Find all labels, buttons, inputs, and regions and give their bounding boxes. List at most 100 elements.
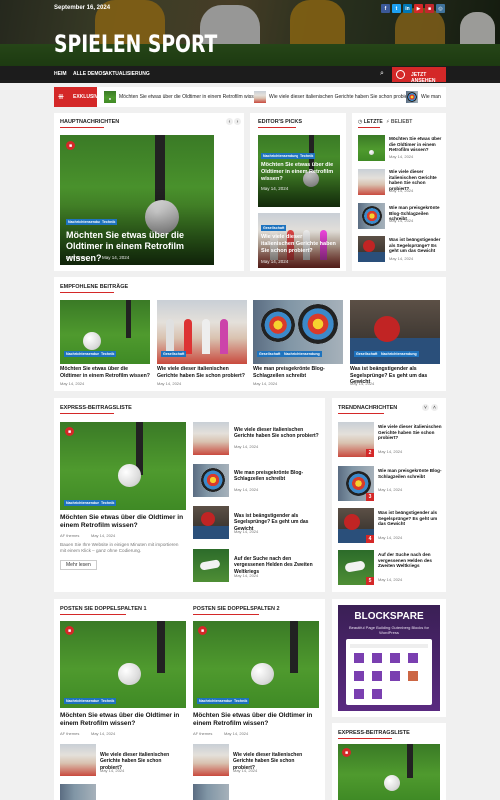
ad-panel: BLOCKSPARE Beautiful Page Building Guten…: [332, 599, 446, 717]
express-list-2-panel: EXPRESS-BEITRAGSLISTE ■: [332, 723, 446, 800]
mail-icon[interactable]: ■: [425, 4, 434, 13]
category-badge[interactable]: Technik: [99, 500, 117, 506]
section-title: POSTEN SIE DOPPELSPALTEN 2: [193, 606, 280, 612]
post-date: May 14, 2024: [91, 533, 116, 538]
post-title[interactable]: Auf der Suche nach den vergessenen Helde…: [378, 552, 442, 569]
category-badge[interactable]: Technik: [99, 351, 117, 357]
chevron-up-icon[interactable]: ˄: [431, 404, 438, 411]
tab-popular[interactable]: ⚡ BELIEBT: [386, 119, 412, 125]
ticker-item[interactable]: Wie man: [406, 91, 441, 103]
post-date: May 14, 2024: [234, 487, 259, 492]
category-badge[interactable]: Technik: [99, 698, 117, 704]
prev-arrow-icon[interactable]: ‹: [226, 118, 233, 125]
thumbnail[interactable]: [358, 236, 385, 262]
rank-number: 2: [366, 449, 374, 457]
camera-icon: ■: [66, 141, 75, 150]
post-title[interactable]: Wie viele dieser italienischen Gerichte …: [234, 427, 320, 440]
thumbnail[interactable]: [358, 203, 385, 229]
category-badge[interactable]: Gesellschaft: [161, 351, 187, 357]
post-title[interactable]: Wie man preisgekrönte Blog-Schlagzeilen …: [253, 366, 343, 379]
ad-banner[interactable]: BLOCKSPARE Beautiful Page Building Guten…: [338, 605, 440, 711]
post-title[interactable]: Wie viele dieser italienischen Gerichte …: [261, 234, 337, 255]
latest-panel: ◷ LETZTE ⚡ BELIEBT Möchten Sie etwas übe…: [352, 113, 446, 271]
category-badge[interactable]: Technik: [298, 153, 316, 159]
post-title[interactable]: Möchten Sie etwas über die Oldtimer in e…: [193, 712, 319, 728]
post-date: May 14, 2024: [233, 768, 258, 773]
post-title[interactable]: Auf der Suche nach den vergessenen Helde…: [234, 556, 320, 575]
section-title: EXPRESS-BEITRAGSLISTE: [338, 730, 410, 736]
post-title[interactable]: Wie man preisgekrönte Blog-Schlagzeilen …: [378, 468, 442, 479]
thumbnail[interactable]: [60, 744, 96, 776]
search-icon[interactable]: ⌕: [380, 70, 388, 78]
next-arrow-icon[interactable]: ›: [234, 118, 241, 125]
post-title[interactable]: Möchten Sie etwas über die Oldtimer in e…: [60, 366, 150, 379]
post-date: May 14, 2024: [157, 381, 182, 386]
category-badge[interactable]: Nachrichtensendung: [64, 698, 104, 704]
post-title[interactable]: Was ist beängstigender als Segelsprünge?…: [378, 510, 442, 527]
post-title[interactable]: Möchten Sie etwas über die Oldtimer in e…: [60, 514, 188, 530]
nav-item-all-demos[interactable]: ALLE DEMOS: [73, 71, 106, 77]
news-ticker: ⁜ EXKLUSIV Möchten Sie etwas über die Old…: [54, 87, 446, 107]
post-title[interactable]: Wie viele dieser italienischen Gerichte …: [378, 424, 442, 441]
ticker-item[interactable]: Möchten Sie etwas über die Oldtimer in e…: [104, 91, 262, 103]
post-date: May 14, 2024: [234, 444, 259, 449]
post-title[interactable]: Möchten Sie etwas über die Oldtimer in e…: [261, 162, 337, 183]
thumbnail: [406, 91, 418, 103]
thumbnail[interactable]: [193, 422, 229, 455]
ad-preview-image: [346, 639, 432, 705]
thumbnail[interactable]: [193, 549, 229, 582]
thumbnail[interactable]: [193, 784, 229, 800]
nav-item-update[interactable]: AKTUALISIERUNG: [105, 71, 150, 77]
site-logo[interactable]: SPIELEN SPORT: [54, 30, 217, 58]
post-image[interactable]: [193, 621, 319, 708]
section-title: EXPRESS-BEITRAGSLISTE: [60, 405, 132, 411]
read-more-button[interactable]: Mehr lesen: [60, 560, 97, 570]
tab-latest[interactable]: ◷ LETZTE: [358, 119, 383, 125]
post-title[interactable]: Wie viele dieser italienischen Gerichte …: [157, 366, 247, 379]
nav-item-home[interactable]: HEIM: [54, 71, 67, 77]
express-list-panel: EXPRESS-BEITRAGSLISTE ■ Nachrichtensendu…: [54, 398, 325, 592]
category-badge[interactable]: Nachrichtensendung: [64, 500, 104, 506]
category-badge[interactable]: Nachrichtensendung: [379, 351, 419, 357]
play-icon: [396, 70, 405, 79]
linkedin-icon[interactable]: in: [403, 4, 412, 13]
thumbnail[interactable]: [358, 135, 385, 161]
category-badge[interactable]: Nachrichtensendung: [282, 351, 322, 357]
grid-icon: ⁜: [58, 94, 64, 101]
instagram-icon[interactable]: ◎: [436, 4, 445, 13]
post-title[interactable]: Möchten Sie etwas über die Oldtimer in e…: [389, 136, 443, 153]
category-badge[interactable]: Nachrichtensendung: [197, 698, 237, 704]
youtube-icon[interactable]: ▶: [414, 4, 423, 13]
category-badge[interactable]: Gesellschaft: [257, 351, 283, 357]
category-badge[interactable]: Nachrichtensendung: [64, 351, 104, 357]
ad-title: BLOCKSPARE: [354, 611, 424, 622]
thumbnail[interactable]: [358, 169, 385, 195]
thumbnail[interactable]: [193, 744, 229, 776]
category-badge[interactable]: Nachrichtensendung: [261, 153, 301, 159]
chevron-down-icon[interactable]: ˅: [422, 404, 429, 411]
thumbnail[interactable]: [60, 784, 96, 800]
post-image[interactable]: [60, 621, 186, 708]
post-title[interactable]: Was ist beängstigender als Segelsprünge?…: [389, 237, 443, 254]
ticker-item[interactable]: Wie viele dieser italienischen Gerichte …: [254, 91, 413, 103]
category-badge[interactable]: Technik: [100, 219, 118, 225]
post-date: May 14, 2024: [389, 256, 414, 261]
post-date: May 14, 2024: [100, 768, 125, 773]
watch-now-button[interactable]: JETZT ANSEHEN: [392, 67, 446, 84]
post-image[interactable]: [338, 744, 440, 800]
facebook-icon[interactable]: f: [381, 4, 390, 13]
category-badge[interactable]: Technik: [232, 698, 250, 704]
category-badge[interactable]: Gesellschaft: [261, 225, 287, 231]
thumbnail[interactable]: [193, 464, 229, 497]
category-badge[interactable]: Gesellschaft: [354, 351, 380, 357]
post-date: May 14, 2024: [224, 731, 249, 736]
twitter-icon[interactable]: t: [392, 4, 401, 13]
post-image[interactable]: [60, 422, 186, 510]
post-date: May 14, 2024: [378, 449, 403, 454]
post-title[interactable]: Möchten Sie etwas über die Oldtimer in e…: [60, 712, 186, 728]
thumbnail[interactable]: [193, 506, 229, 539]
section-title: EDITOR'S PICKS: [258, 119, 302, 125]
post-title[interactable]: Wie man preisgekrönte Blog-Schlagzeilen …: [234, 470, 320, 483]
post-excerpt: Bauen Sie Ihre Website in einigen Minute…: [60, 542, 179, 554]
post-date: May 14, 2024: [378, 577, 403, 582]
